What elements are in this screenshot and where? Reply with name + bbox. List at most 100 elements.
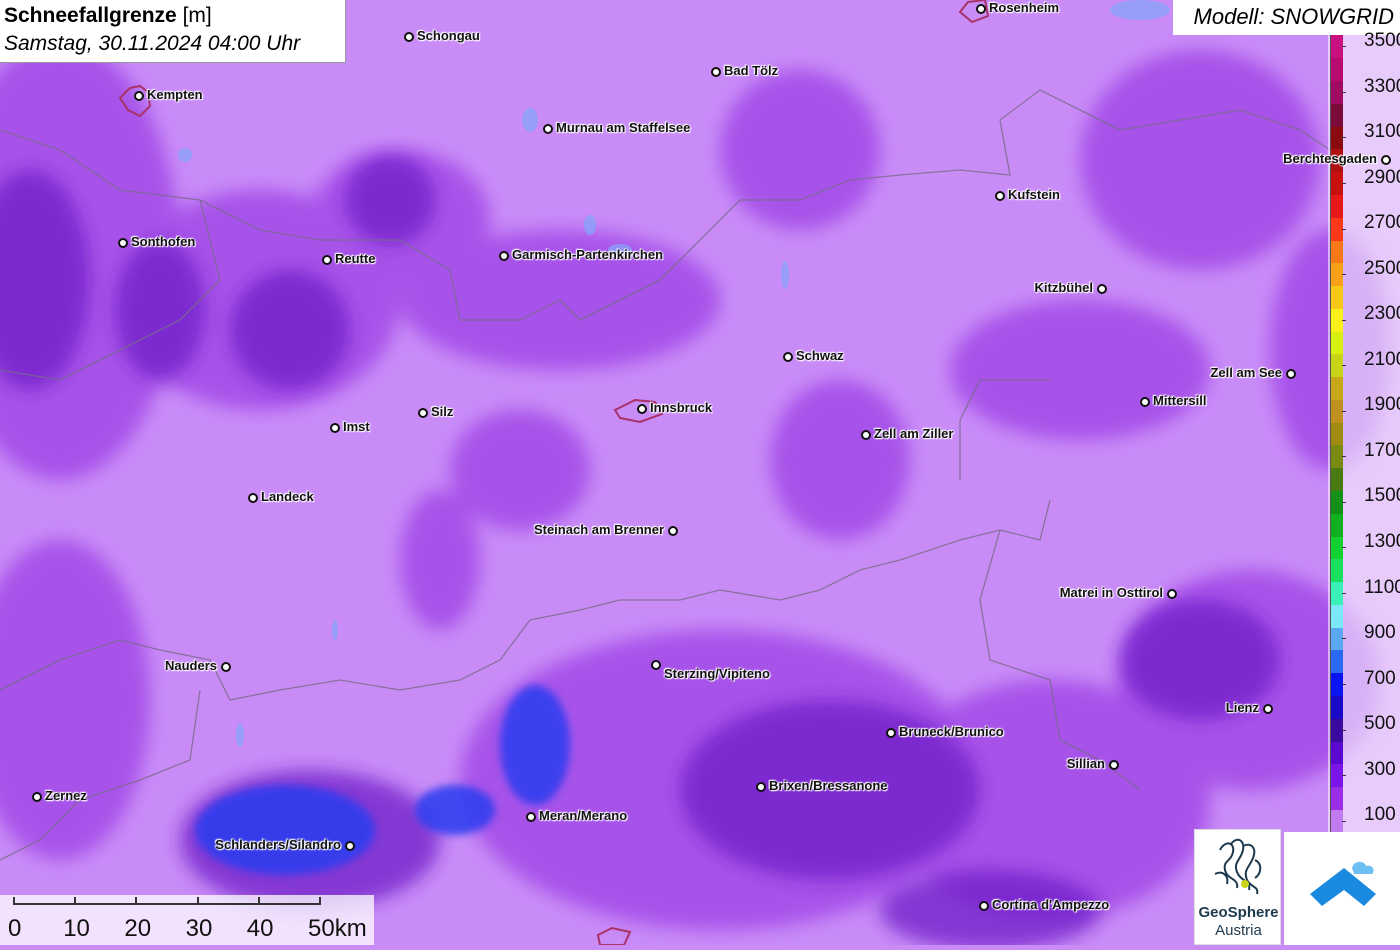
legend-tick — [1342, 592, 1346, 594]
city-marker-icon[interactable] — [221, 662, 231, 672]
city-label[interactable]: Zell am Ziller — [874, 426, 953, 441]
city-label[interactable]: Meran/Merano — [539, 808, 627, 823]
city-label[interactable]: Rosenheim — [989, 0, 1059, 15]
city-label[interactable]: Zell am See — [1210, 365, 1282, 380]
city-marker-icon[interactable] — [322, 255, 332, 265]
city-marker-icon[interactable] — [861, 430, 871, 440]
city-label[interactable]: Nauders — [165, 658, 217, 673]
city-label[interactable]: Steinach am Brenner — [534, 522, 664, 537]
city-marker-icon[interactable] — [248, 493, 258, 503]
city-marker-icon[interactable] — [118, 238, 128, 248]
city-label[interactable]: Murnau am Staffelsee — [556, 120, 690, 135]
city-label[interactable]: Bad Tölz — [724, 63, 778, 78]
scale-label: 50km — [308, 915, 367, 942]
city-marker-icon[interactable] — [995, 191, 1005, 201]
city-label[interactable]: Silz — [431, 404, 453, 419]
city-label[interactable]: Berchtesgaden — [1283, 151, 1377, 166]
scale-label: 40 — [246, 915, 274, 942]
legend-label: 2100 — [1364, 348, 1400, 370]
legend-label: 2300 — [1364, 303, 1400, 325]
city-marker-icon[interactable] — [651, 660, 661, 670]
app-logo[interactable] — [1284, 832, 1400, 945]
city-marker-icon[interactable] — [637, 404, 647, 414]
legend-label: 900 — [1364, 622, 1396, 644]
city-label[interactable]: Sterzing/Vipiteno — [664, 666, 770, 681]
city-marker-icon[interactable] — [330, 423, 340, 433]
legend-label: 2700 — [1364, 212, 1400, 234]
city-marker-icon[interactable] — [543, 124, 553, 134]
legend-swatch — [1331, 649, 1343, 674]
legend-label: 100 — [1364, 804, 1396, 826]
legend-tick — [1342, 683, 1346, 685]
city-marker-icon[interactable] — [418, 408, 428, 418]
scale-tick — [74, 897, 77, 905]
city-marker-icon[interactable] — [1286, 369, 1296, 379]
city-label[interactable]: Imst — [343, 419, 370, 434]
city-label[interactable]: Sillian — [1067, 756, 1105, 771]
city-label[interactable]: Lienz — [1226, 700, 1259, 715]
city-marker-icon[interactable] — [32, 792, 42, 802]
legend-tick — [1342, 410, 1346, 412]
city-marker-icon[interactable] — [1140, 397, 1150, 407]
city-label[interactable]: Kempten — [147, 87, 203, 102]
scale-tick — [135, 897, 138, 905]
city-marker-icon[interactable] — [668, 526, 678, 536]
city-label[interactable]: Bruneck/Brunico — [899, 724, 1004, 739]
legend-swatch — [1331, 376, 1343, 400]
city-marker-icon[interactable] — [979, 901, 989, 911]
geosphere-logo-sub: Austria — [1215, 922, 1262, 939]
city-label[interactable]: Schlanders/Silandro — [215, 837, 341, 852]
city-label[interactable]: Reutte — [335, 251, 375, 266]
scale-label: 30 — [185, 915, 213, 942]
city-label[interactable]: Kitzbühel — [1035, 280, 1094, 295]
city-marker-icon[interactable] — [134, 91, 144, 101]
city-marker-icon[interactable] — [499, 251, 509, 261]
city-label[interactable]: Landeck — [261, 489, 314, 504]
city-marker-icon[interactable] — [756, 782, 766, 792]
map-title: Schneefallgrenze [m] — [4, 4, 212, 27]
snow-cloud-arrow-icon — [1310, 861, 1376, 906]
legend-tick — [1342, 365, 1346, 367]
geosphere-logo[interactable]: GeoSphere Austria — [1194, 829, 1281, 945]
scale-label: 20 — [124, 915, 152, 942]
city-marker-icon[interactable] — [526, 812, 536, 822]
city-label[interactable]: Garmisch-Partenkirchen — [512, 247, 663, 262]
legend-tick — [1342, 274, 1346, 276]
scale-label: 10 — [63, 915, 90, 942]
legend-swatch — [1331, 558, 1343, 583]
legend-swatch — [1331, 239, 1343, 264]
legend-swatch — [1331, 103, 1343, 127]
city-label[interactable]: Brixen/Bressanone — [769, 778, 888, 793]
legend-label: 3300 — [1364, 75, 1400, 97]
city-marker-icon[interactable] — [1263, 704, 1273, 714]
legend-tick — [1342, 775, 1346, 777]
city-marker-icon[interactable] — [1097, 284, 1107, 294]
legend-tick — [1342, 729, 1346, 731]
scale-tick — [13, 897, 15, 905]
city-marker-icon[interactable] — [1167, 589, 1177, 599]
city-label[interactable]: Schwaz — [796, 348, 844, 363]
city-label[interactable]: Sonthofen — [131, 234, 195, 249]
legend-label: 1300 — [1364, 530, 1400, 552]
city-marker-icon[interactable] — [976, 4, 986, 14]
legend-tick — [1342, 638, 1346, 640]
city-label[interactable]: Innsbruck — [650, 400, 712, 415]
city-marker-icon[interactable] — [1381, 155, 1391, 165]
city-marker-icon[interactable] — [886, 728, 896, 738]
legend-tick — [1342, 501, 1346, 503]
city-marker-icon[interactable] — [404, 32, 414, 42]
city-label[interactable]: Matrei in Osttirol — [1060, 585, 1163, 600]
scale-tick — [196, 897, 199, 905]
legend-label: 300 — [1364, 758, 1396, 780]
city-label[interactable]: Kufstein — [1008, 187, 1060, 202]
city-marker-icon[interactable] — [1109, 760, 1119, 770]
city-label[interactable]: Schongau — [417, 28, 480, 43]
city-label[interactable]: Cortina d'Ampezzo — [992, 897, 1109, 912]
city-label[interactable]: Zernez — [45, 788, 87, 803]
city-label[interactable]: Mittersill — [1153, 393, 1206, 408]
snowline-map[interactable] — [0, 0, 1400, 945]
city-marker-icon[interactable] — [783, 352, 793, 362]
city-marker-icon[interactable] — [345, 841, 355, 851]
city-marker-icon[interactable] — [711, 67, 721, 77]
legend-tick — [1342, 820, 1346, 822]
